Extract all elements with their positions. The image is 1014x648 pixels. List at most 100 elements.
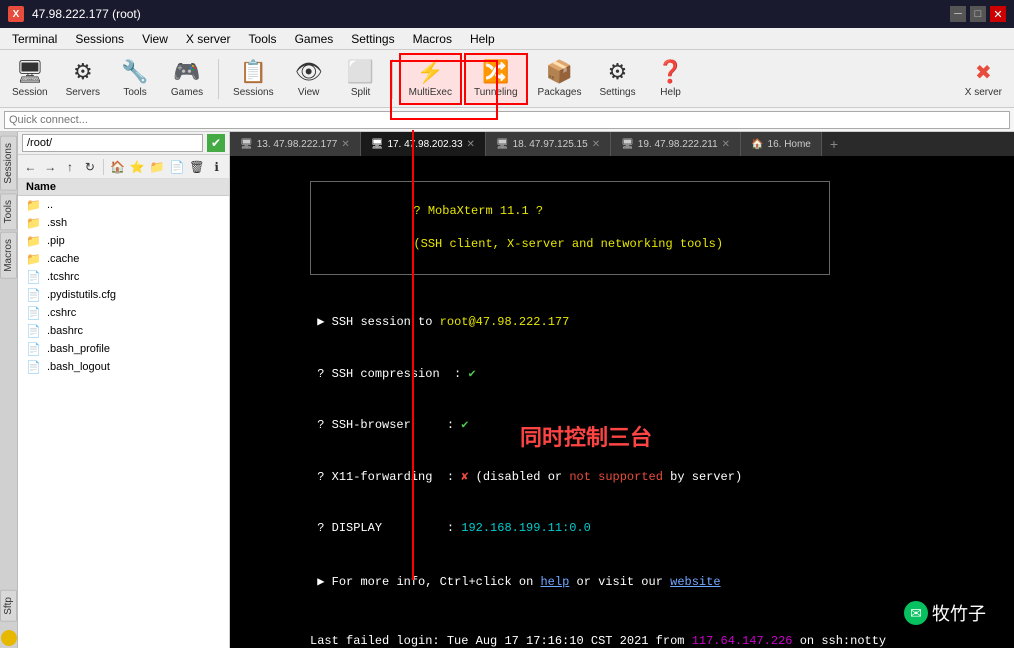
- list-item[interactable]: 📁 .ssh: [18, 214, 229, 232]
- menu-xserver[interactable]: X server: [178, 30, 239, 48]
- settings-icon: ⚙: [608, 59, 628, 85]
- tab-close-2[interactable]: ✕: [467, 139, 475, 150]
- nav-forward-button[interactable]: →: [42, 158, 59, 176]
- servers-icon: ⚙: [73, 59, 93, 85]
- list-item[interactable]: 📄 .bash_profile: [18, 340, 229, 358]
- delete-button[interactable]: 🗑: [188, 158, 205, 176]
- maximize-button[interactable]: □: [970, 6, 986, 22]
- multiexec-icon: ⚡: [417, 59, 444, 85]
- bookmark-button[interactable]: ⭐: [129, 158, 146, 176]
- nav-back-button[interactable]: ←: [22, 158, 39, 176]
- list-item[interactable]: 📄 .cshrc: [18, 304, 229, 322]
- list-item[interactable]: 📄 .bash_logout: [18, 358, 229, 376]
- vtab-sessions[interactable]: Sessions: [0, 136, 17, 191]
- terminal-line: ? MobaXterm 11.1 ? (SSH client, X-server…: [238, 164, 1006, 292]
- terminal-content[interactable]: ? MobaXterm 11.1 ? (SSH client, X-server…: [230, 156, 1014, 648]
- tab-close-4[interactable]: ✕: [722, 139, 730, 150]
- red-arrow-line: [412, 130, 414, 580]
- properties-button[interactable]: ℹ: [208, 158, 225, 176]
- home-button[interactable]: 🏠: [109, 158, 126, 176]
- terminal-line: ? X11-forwarding : ✘ (disabled or not su…: [238, 452, 1006, 502]
- menu-bar: Terminal Sessions View X server Tools Ga…: [0, 28, 1014, 50]
- list-item[interactable]: 📄 .pydistutils.cfg: [18, 286, 229, 304]
- tunneling-button[interactable]: 🔀 Tunneling: [464, 53, 528, 105]
- menu-tools[interactable]: Tools: [241, 30, 285, 48]
- new-tab-button[interactable]: +: [822, 134, 846, 154]
- folder-icon: 📁: [26, 252, 41, 266]
- new-folder-button[interactable]: 📁: [149, 158, 166, 176]
- tools-button[interactable]: 🔧 Tools: [110, 53, 160, 105]
- path-input[interactable]: [22, 134, 203, 152]
- new-file-button[interactable]: 📄: [169, 158, 186, 176]
- split-icon: ⬜: [347, 59, 374, 85]
- file-toolbar: ← → ↑ ↻ 🏠 ⭐ 📁 📄 🗑 ℹ: [18, 155, 229, 179]
- minimize-button[interactable]: ─: [950, 6, 966, 22]
- folder-icon: 📁: [26, 216, 41, 230]
- menu-help[interactable]: Help: [462, 30, 503, 48]
- tools-icon: 🔧: [121, 59, 148, 85]
- file-icon: 📄: [26, 270, 41, 284]
- tab-bar: 🖥 13. 47.98.222.177 ✕ 🖥 17. 47.98.202.33…: [230, 132, 1014, 156]
- terminal-line: ▶ For more info, Ctrl+click on help or v…: [238, 558, 1006, 608]
- tab-1[interactable]: 🖥 13. 47.98.222.177 ✕: [230, 132, 361, 156]
- settings-button[interactable]: ⚙ Settings: [591, 53, 643, 105]
- list-item[interactable]: 📁 .cache: [18, 250, 229, 268]
- watermark: ✉ 牧竹子: [892, 594, 998, 632]
- menu-sessions[interactable]: Sessions: [67, 30, 132, 48]
- list-item[interactable]: 📄 .tcshrc: [18, 268, 229, 286]
- view-button[interactable]: 👁 View: [284, 53, 334, 105]
- terminal-line: ▶ SSH session to root@47.98.222.177: [238, 298, 1006, 348]
- tab-icon-2: 🖥: [371, 139, 384, 150]
- folder-icon: 📁: [26, 198, 41, 212]
- tab-5[interactable]: 🏠 16. Home: [741, 132, 822, 156]
- tab-4[interactable]: 🖥 19. 47.98.222.211 ✕: [611, 132, 741, 156]
- file-icon: 📄: [26, 288, 41, 302]
- toolbar-separator-1: [218, 59, 219, 99]
- games-button[interactable]: 🎮 Games: [162, 53, 212, 105]
- window-title: 47.98.222.177 (root): [32, 7, 141, 21]
- list-item[interactable]: 📁 .pip: [18, 232, 229, 250]
- window-controls: ─ □ ✕: [950, 6, 1006, 22]
- help-button[interactable]: ❓ Help: [646, 53, 696, 105]
- vtab-tools[interactable]: Tools: [0, 193, 17, 230]
- terminal-line: ? DISPLAY : 192.168.199.11:0.0: [238, 503, 1006, 553]
- terminal-area: 🖥 13. 47.98.222.177 ✕ 🖥 17. 47.98.202.33…: [230, 132, 1014, 648]
- sessions-button[interactable]: 📋 Sessions: [225, 53, 282, 105]
- terminal-line: Last failed login: Tue Aug 17 17:16:10 C…: [238, 616, 1006, 648]
- refresh-button[interactable]: ↻: [81, 158, 98, 176]
- menu-macros[interactable]: Macros: [405, 30, 460, 48]
- multiexec-button[interactable]: ⚡ MultiExec: [399, 53, 462, 105]
- tab-3[interactable]: 🖥 18. 47.97.125.15 ✕: [486, 132, 611, 156]
- xserver-button[interactable]: ✖ X server: [957, 53, 1010, 105]
- close-button[interactable]: ✕: [990, 6, 1006, 22]
- session-button[interactable]: 🖥 Session: [4, 53, 56, 105]
- menu-games[interactable]: Games: [287, 30, 342, 48]
- terminal-line: ? SSH compression : ✔: [238, 349, 1006, 399]
- home-tab-icon: 🏠: [751, 139, 763, 150]
- menu-settings[interactable]: Settings: [343, 30, 402, 48]
- menu-view[interactable]: View: [134, 30, 176, 48]
- games-icon: 🎮: [173, 59, 200, 85]
- sessions-icon: 📋: [240, 59, 267, 85]
- vtab-sftp[interactable]: Sftp: [0, 590, 17, 622]
- servers-button[interactable]: ⚙ Servers: [58, 53, 108, 105]
- file-panel: ✔ ← → ↑ ↻ 🏠 ⭐ 📁 📄 🗑 ℹ: [18, 132, 229, 648]
- file-list-header: Name: [18, 179, 229, 196]
- vertical-tabs: Sessions Tools Macros Sftp: [0, 132, 18, 648]
- folder-icon: 📁: [26, 234, 41, 248]
- path-ok-button[interactable]: ✔: [207, 134, 225, 152]
- list-item[interactable]: 📄 .bashrc: [18, 322, 229, 340]
- packages-button[interactable]: 📦 Packages: [530, 53, 590, 105]
- vtab-macros[interactable]: Macros: [0, 232, 17, 279]
- file-icon: 📄: [26, 342, 41, 356]
- menu-terminal[interactable]: Terminal: [4, 30, 65, 48]
- quick-connect-input[interactable]: [4, 111, 1010, 129]
- tab-close-3[interactable]: ✕: [592, 139, 600, 150]
- tab-2[interactable]: 🖥 17. 47.98.202.33 ✕: [361, 132, 486, 156]
- tab-icon-3: 🖥: [496, 139, 509, 150]
- nav-up-button[interactable]: ↑: [62, 158, 79, 176]
- tab-close-1[interactable]: ✕: [341, 139, 349, 150]
- split-button[interactable]: ⬜ Split: [336, 53, 386, 105]
- list-item[interactable]: 📁 ..: [18, 196, 229, 214]
- tab-icon-1: 🖥: [240, 139, 253, 150]
